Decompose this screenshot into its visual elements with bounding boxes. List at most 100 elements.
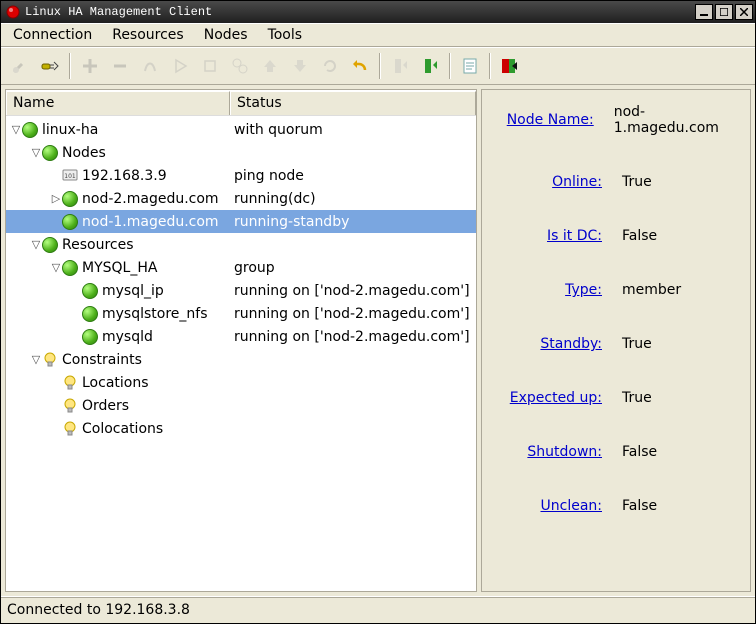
- tree-row[interactable]: Locations: [6, 371, 476, 394]
- close-button[interactable]: [735, 4, 753, 20]
- tree-row[interactable]: mysqlstore_nfs running on ['nod-2.magedu.…: [6, 302, 476, 325]
- play-icon: [166, 52, 194, 80]
- up-arrow-icon: [256, 52, 284, 80]
- title-bar[interactable]: Linux HA Management Client: [1, 1, 755, 23]
- down-arrow-icon: [286, 52, 314, 80]
- property-row: Unclean: False: [492, 498, 740, 514]
- tree-item-status: running on ['nod-2.magedu.com']: [230, 306, 476, 322]
- maximize-button[interactable]: [715, 4, 733, 20]
- tree-item-status: running(dc): [230, 191, 476, 207]
- expander-open[interactable]: ▽: [50, 262, 62, 273]
- menu-tools[interactable]: Tools: [258, 25, 313, 45]
- property-label-link[interactable]: Shutdown:: [492, 444, 602, 460]
- standby-on-icon: [386, 52, 414, 80]
- cleanup-icon: [136, 52, 164, 80]
- remove-icon: [106, 52, 134, 80]
- column-status[interactable]: Status: [230, 91, 476, 115]
- property-label-link[interactable]: Expected up:: [492, 390, 602, 406]
- expander-open[interactable]: ▽: [30, 354, 42, 365]
- menu-connection[interactable]: Connection: [3, 25, 102, 45]
- property-label-link[interactable]: Online:: [492, 174, 602, 190]
- property-row: Expected up: True: [492, 390, 740, 406]
- tree-row[interactable]: mysqld running on ['nod-2.magedu.com']: [6, 325, 476, 348]
- expander-closed[interactable]: ▷: [50, 193, 62, 204]
- tree-row[interactable]: mysql_ip running on ['nod-2.magedu.com']: [6, 279, 476, 302]
- tree-row[interactable]: Orders: [6, 394, 476, 417]
- tree-item-label: mysql_ip: [102, 283, 164, 299]
- property-label-link[interactable]: Standby:: [492, 336, 602, 352]
- menu-resources[interactable]: Resources: [102, 25, 194, 45]
- tree-body[interactable]: ▽linux-hawith quorum▽Nodes 101 192.168.3.9…: [6, 116, 476, 591]
- disconnect-icon[interactable]: [36, 52, 64, 80]
- tree-row[interactable]: nod-1.magedu.com running-standby: [6, 210, 476, 233]
- expander-open[interactable]: ▽: [30, 147, 42, 158]
- app-icon: [5, 4, 21, 20]
- tree-row[interactable]: ▽ Constraints: [6, 348, 476, 371]
- property-value: False: [622, 498, 657, 514]
- tree-item-label: mysqlstore_nfs: [102, 306, 208, 322]
- toolbar: [1, 47, 755, 85]
- tree-row[interactable]: ▽linux-hawith quorum: [6, 118, 476, 141]
- stop-icon: [196, 52, 224, 80]
- tree-item-status: running-standby: [230, 214, 476, 230]
- expander-open[interactable]: ▽: [30, 239, 42, 250]
- property-row: Is it DC: False: [492, 228, 740, 244]
- tree-row[interactable]: Colocations: [6, 417, 476, 440]
- tree-item-label: MYSQL_HA: [82, 260, 157, 276]
- property-value: member: [622, 282, 681, 298]
- property-label-link[interactable]: Is it DC:: [492, 228, 602, 244]
- property-value: True: [622, 174, 652, 190]
- document-icon[interactable]: [456, 52, 484, 80]
- exit-icon[interactable]: [496, 52, 524, 80]
- minimize-button[interactable]: [695, 4, 713, 20]
- tree-item-status: running on ['nod-2.magedu.com']: [230, 329, 476, 345]
- property-value: False: [622, 228, 657, 244]
- status-bar: Connected to 192.168.3.8: [1, 596, 755, 623]
- tree-row[interactable]: ▷ nod-2.magedu.com running(dc): [6, 187, 476, 210]
- property-value: True: [622, 336, 652, 352]
- tree-panel: Name Status ▽linux-hawith quorum▽Nodes10…: [5, 89, 477, 592]
- tree-item-label: Resources: [62, 237, 134, 253]
- tree-item-label: mysqld: [102, 329, 153, 345]
- property-label-link[interactable]: Type:: [492, 282, 602, 298]
- menu-nodes[interactable]: Nodes: [194, 25, 258, 45]
- tree-row[interactable]: 101 192.168.3.9 ping node: [6, 164, 476, 187]
- property-row: Type: member: [492, 282, 740, 298]
- properties-panel: Node Name: nod-1.magedu.com Online: True Is …: [481, 89, 751, 592]
- standby-off-icon[interactable]: [416, 52, 444, 80]
- column-name[interactable]: Name: [6, 91, 230, 115]
- status-text: Connected to 192.168.3.8: [7, 602, 190, 618]
- expander-open[interactable]: ▽: [10, 124, 22, 135]
- gears-icon: [226, 52, 254, 80]
- tree-item-status: with quorum: [230, 122, 476, 138]
- main-window: Linux HA Management Client Connection Re…: [0, 0, 756, 624]
- tree-item-label: Orders: [82, 398, 129, 414]
- property-value: nod-1.magedu.com: [614, 104, 740, 136]
- tree-item-label: 192.168.3.9: [82, 168, 167, 184]
- tree-item-label: Colocations: [82, 421, 163, 437]
- menu-bar: Connection Resources Nodes Tools: [1, 23, 755, 47]
- property-row: Node Name: nod-1.magedu.com: [492, 104, 740, 136]
- svg-text:101: 101: [64, 173, 76, 180]
- property-label-link[interactable]: Unclean:: [492, 498, 602, 514]
- property-row: Standby: True: [492, 336, 740, 352]
- property-value: True: [622, 390, 652, 406]
- add-icon: [76, 52, 104, 80]
- tree-item-status: group: [230, 260, 476, 276]
- tree-item-label: Constraints: [62, 352, 142, 368]
- tree-header: Name Status: [6, 90, 476, 116]
- tree-item-label: nod-2.magedu.com: [82, 191, 219, 207]
- tree-row[interactable]: ▽Nodes: [6, 141, 476, 164]
- tree-item-status: ping node: [230, 168, 476, 184]
- property-row: Online: True: [492, 174, 740, 190]
- tree-item-status: running on ['nod-2.magedu.com']: [230, 283, 476, 299]
- tree-item-label: Locations: [82, 375, 149, 391]
- connect-icon: [6, 52, 34, 80]
- property-row: Shutdown: False: [492, 444, 740, 460]
- tree-item-label: nod-1.magedu.com: [82, 214, 219, 230]
- tree-row[interactable]: ▽ MYSQL_HA group: [6, 256, 476, 279]
- property-value: False: [622, 444, 657, 460]
- property-label-link[interactable]: Node Name:: [492, 112, 594, 128]
- tree-row[interactable]: ▽ Resources: [6, 233, 476, 256]
- undo-icon[interactable]: [346, 52, 374, 80]
